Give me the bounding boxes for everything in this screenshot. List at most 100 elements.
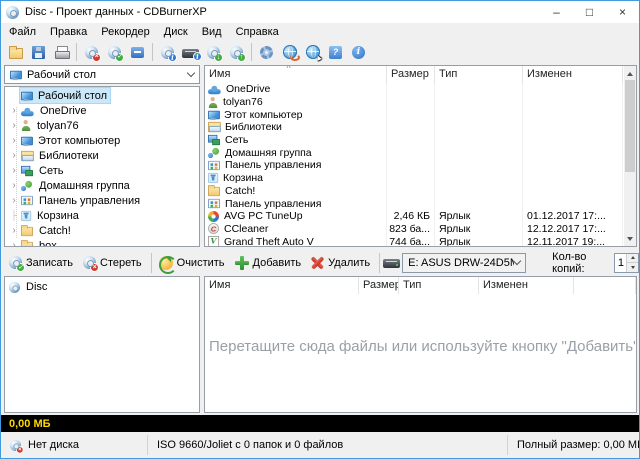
tree-item-desktop[interactable]: Рабочий стол <box>5 88 199 103</box>
tree-expander[interactable] <box>8 165 20 177</box>
burn-button[interactable]: Записать <box>5 251 79 274</box>
menu-disc[interactable]: Диск <box>157 24 195 40</box>
tree-item-control-panel[interactable]: Панель управления <box>5 193 199 208</box>
desktop-icon <box>21 90 32 100</box>
tree-expander[interactable] <box>8 120 20 132</box>
print-button[interactable] <box>50 41 73 63</box>
file-row[interactable]: Библиотеки <box>205 121 636 134</box>
tree-item-box[interactable]: box <box>5 238 199 247</box>
status-bar: Нет диска ISO 9660/Joliet с 0 папок и 0 … <box>1 432 639 458</box>
tree-expander[interactable] <box>8 150 20 162</box>
file-row[interactable]: Catch! <box>205 185 636 198</box>
about-button[interactable] <box>347 41 370 63</box>
menu-recorder[interactable]: Рекордер <box>94 24 157 40</box>
file-row[interactable]: Домашняя группа <box>205 146 636 159</box>
tree-item-recycle-bin[interactable]: Корзина <box>5 208 199 223</box>
copies-stepper[interactable]: 1 <box>614 253 639 273</box>
open-project-button[interactable] <box>4 41 27 63</box>
tree-item-catch[interactable]: Catch! <box>5 223 199 238</box>
column-header-modified[interactable]: Изменен <box>479 277 574 294</box>
tree-expander[interactable] <box>8 135 20 147</box>
export-disc-button[interactable] <box>225 41 248 63</box>
column-header-name[interactable]: Имя <box>205 277 359 294</box>
tree-expander[interactable] <box>8 180 20 192</box>
tree-item-user[interactable]: tolyan76 <box>5 118 199 133</box>
file-row[interactable]: AVG PC TuneUp2,46 КБЯрлык01.12.2017 17:.… <box>205 210 636 223</box>
burn-toolbar: Записать Стереть Очистить Добавить Удали… <box>1 249 639 276</box>
scrollbar[interactable] <box>624 66 636 246</box>
scroll-down-icon[interactable] <box>624 232 636 246</box>
used-size-label: 0,00 МБ <box>9 418 51 430</box>
erase-disc-button[interactable] <box>80 41 103 63</box>
maximize-button[interactable]: □ <box>573 2 606 23</box>
file-row[interactable]: Панель управления <box>205 159 636 172</box>
homegroup-icon <box>208 148 220 158</box>
column-header-name[interactable]: ^Имя <box>205 66 387 83</box>
scrollbar-thumb[interactable] <box>625 80 635 172</box>
add-button[interactable]: Добавить <box>231 251 308 274</box>
tree-item-onedrive[interactable]: OneDrive <box>5 103 199 118</box>
help-button[interactable] <box>324 41 347 63</box>
burn-disc-button[interactable] <box>103 41 126 63</box>
tree-item-homegroup[interactable]: Домашняя группа <box>5 178 199 193</box>
file-row[interactable]: Grand Theft Auto V744 ба...Ярлык12.11.20… <box>205 235 636 246</box>
disc-info-button[interactable] <box>156 41 179 63</box>
stepper-up-icon[interactable] <box>627 254 638 263</box>
file-row[interactable]: Этот компьютер <box>205 108 636 121</box>
save-button[interactable] <box>27 41 50 63</box>
tree-item-label: Домашняя группа <box>39 180 130 192</box>
menu-file[interactable]: Файл <box>2 24 43 40</box>
clear-icon <box>159 256 173 270</box>
tree-expander[interactable] <box>8 240 20 248</box>
file-row[interactable]: CCleaner823 ба...Ярлык12.12.2017 17:... <box>205 223 636 236</box>
file-row[interactable]: OneDrive <box>205 83 636 96</box>
tree-expander[interactable] <box>8 225 20 237</box>
remove-button[interactable]: Удалить <box>307 251 376 274</box>
title-bar: Disc - Проект данных - CDBurnerXP – □ × <box>1 1 639 23</box>
file-row[interactable]: Корзина <box>205 172 636 185</box>
column-header-size[interactable]: Размер <box>387 66 435 83</box>
tree-item-this-pc[interactable]: Этот компьютер <box>5 133 199 148</box>
about-info-icon <box>352 46 365 59</box>
tree-expander[interactable] <box>8 195 20 207</box>
column-header-size[interactable]: Размер <box>359 277 399 294</box>
erase-button[interactable]: Стереть <box>79 251 148 274</box>
menu-help[interactable]: Справка <box>229 24 286 40</box>
project-root-item[interactable]: Disc <box>5 279 199 295</box>
capacity-bar: 0,00 МБ <box>1 415 639 432</box>
column-header-type[interactable]: Тип <box>399 277 479 294</box>
location-combobox[interactable]: Рабочий стол <box>4 65 200 84</box>
close-tray-button[interactable] <box>126 41 149 63</box>
column-header-modified[interactable]: Изменен <box>523 66 623 83</box>
tree-item-network[interactable]: Сеть <box>5 163 199 178</box>
menu-edit[interactable]: Правка <box>43 24 94 40</box>
drive-info-button[interactable] <box>179 41 202 63</box>
settings-button[interactable] <box>255 41 278 63</box>
import-disc-button[interactable] <box>202 41 225 63</box>
disc-status-label: Нет диска <box>28 439 79 451</box>
drive-select[interactable]: E: ASUS DRW-24D5MT <box>402 253 526 273</box>
menu-view[interactable]: Вид <box>195 24 229 40</box>
format-info-label: ISO 9660/Joliet с 0 папок и 0 файлов <box>157 439 343 451</box>
copies-value[interactable]: 1 <box>615 254 626 272</box>
close-button[interactable]: × <box>606 2 639 23</box>
column-header-type[interactable]: Тип <box>435 66 523 83</box>
file-row[interactable]: Сеть <box>205 134 636 147</box>
tree-expander[interactable] <box>8 105 20 117</box>
minimize-button[interactable]: – <box>540 2 573 23</box>
file-row[interactable]: tolyan76 <box>205 96 636 109</box>
language-button[interactable] <box>278 41 301 63</box>
tree-item-libraries[interactable]: Библиотеки <box>5 148 199 163</box>
stepper-down-icon[interactable] <box>627 262 638 272</box>
red-x-icon <box>311 256 324 269</box>
folder-tree: Рабочий стол OneDrive tolyan76 Этот комп… <box>4 86 200 247</box>
toolbar-separator <box>379 253 380 273</box>
drop-files-hint: Перетащите сюда файлы или используйте кн… <box>205 294 636 355</box>
file-row[interactable]: Панель управления <box>205 197 636 210</box>
total-size-label: Полный размер: 0,00 МБ <box>517 439 639 451</box>
website-button[interactable] <box>301 41 324 63</box>
scroll-up-icon[interactable] <box>624 66 636 80</box>
drive-icon <box>383 259 400 268</box>
x-badge <box>16 445 24 453</box>
clear-button[interactable]: Очистить <box>155 251 231 274</box>
